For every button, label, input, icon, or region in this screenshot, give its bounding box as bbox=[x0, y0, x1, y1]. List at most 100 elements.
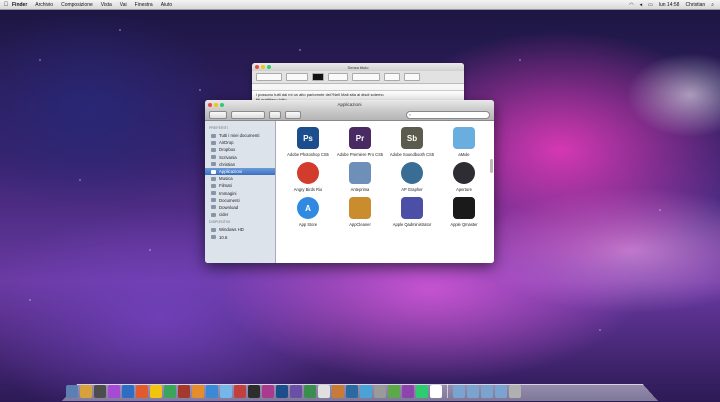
app-item[interactable]: Aperture bbox=[438, 162, 490, 192]
sidebar-item-10-6[interactable]: 10.6 bbox=[205, 233, 275, 240]
sidebar-item-documents[interactable]: Documenti bbox=[205, 197, 275, 204]
dock-app-icon[interactable] bbox=[262, 385, 274, 398]
zoom-icon[interactable] bbox=[267, 65, 271, 69]
menu-composizione[interactable]: Composizione bbox=[61, 2, 93, 8]
action-button[interactable] bbox=[285, 110, 301, 119]
sidebar-item-pictures[interactable]: Immagini bbox=[205, 190, 275, 197]
back-forward-button[interactable] bbox=[209, 110, 227, 119]
minimize-icon[interactable] bbox=[214, 102, 218, 107]
apple-menu-icon[interactable]:  bbox=[0, 2, 12, 8]
color-well[interactable] bbox=[312, 73, 324, 81]
volume-icon[interactable]: ◂ bbox=[640, 2, 643, 8]
dock-app-icon[interactable] bbox=[192, 385, 204, 398]
menu-aiuto[interactable]: Aiuto bbox=[161, 2, 172, 8]
sidebar-item-desktop[interactable]: Scrivania bbox=[205, 154, 275, 161]
dock-app-icon[interactable] bbox=[80, 385, 92, 398]
dock-app-icon[interactable] bbox=[150, 385, 162, 398]
scrollbar[interactable] bbox=[490, 159, 493, 173]
menu-vai[interactable]: Vai bbox=[120, 2, 127, 8]
view-mode-buttons[interactable] bbox=[231, 110, 265, 119]
menu-finder[interactable]: Finder bbox=[12, 2, 27, 8]
music-icon bbox=[211, 176, 216, 181]
dock-app-icon[interactable] bbox=[402, 385, 414, 398]
dock-app-icon[interactable] bbox=[66, 385, 78, 398]
dock-app-icon[interactable] bbox=[332, 385, 344, 398]
sidebar-item-home[interactable]: christian bbox=[205, 161, 275, 168]
sidebar-item-all-documents[interactable]: Tutti i miei documenti bbox=[205, 132, 275, 139]
dock-app-icon[interactable] bbox=[94, 385, 106, 398]
dock-folder-icon[interactable] bbox=[495, 385, 507, 398]
dock-app-icon[interactable] bbox=[304, 385, 316, 398]
app-label: aMule bbox=[458, 152, 470, 157]
app-item[interactable]: Apple Qmaster bbox=[438, 197, 490, 227]
alignment-buttons[interactable] bbox=[352, 73, 380, 81]
dock-app-icon[interactable] bbox=[220, 385, 232, 398]
dock-folder-icon[interactable] bbox=[509, 385, 521, 398]
dock-app-icon[interactable] bbox=[248, 385, 260, 398]
sidebar-item-label: AirDrop bbox=[219, 140, 234, 146]
sidebar-item-movies[interactable]: Filmati bbox=[205, 182, 275, 189]
dock-app-icon[interactable] bbox=[136, 385, 148, 398]
sidebar-item-cider[interactable]: cider bbox=[205, 211, 275, 218]
menu-archivio[interactable]: Archivio bbox=[35, 2, 53, 8]
minimize-icon[interactable] bbox=[261, 65, 265, 69]
dock-app-icon[interactable] bbox=[206, 385, 218, 398]
menu-clock[interactable]: lun 14:58 bbox=[659, 2, 680, 8]
dock-app-icon[interactable] bbox=[430, 385, 442, 398]
spacing-popup[interactable] bbox=[384, 73, 400, 81]
ruler[interactable] bbox=[252, 84, 464, 91]
dock-app-icon[interactable] bbox=[360, 385, 372, 398]
list-popup[interactable] bbox=[404, 73, 420, 81]
app-item[interactable]: Ps Adobe Photoshop CS5 bbox=[282, 127, 334, 157]
menu-vista[interactable]: Vista bbox=[101, 2, 112, 8]
sidebar-item-dropbox[interactable]: Dropbox bbox=[205, 146, 275, 153]
bold-italic-buttons[interactable] bbox=[328, 73, 348, 81]
app-item[interactable]: Pr Adobe Premiere Pro CS5 bbox=[334, 127, 386, 157]
app-item[interactable]: Sb Adobe Soundbooth CS5 bbox=[386, 127, 438, 157]
app-item[interactable]: Angry Birds Rio bbox=[282, 162, 334, 192]
close-icon[interactable] bbox=[208, 102, 212, 107]
app-item[interactable]: aMule bbox=[438, 127, 490, 157]
dock-app-icon[interactable] bbox=[346, 385, 358, 398]
sidebar-item-music[interactable]: Musica bbox=[205, 175, 275, 182]
spotlight-icon[interactable]: ⌕ bbox=[711, 2, 714, 8]
dock-folder-icon[interactable] bbox=[467, 385, 479, 398]
dock-folder-icon[interactable] bbox=[453, 385, 465, 398]
dock-app-icon[interactable] bbox=[276, 385, 288, 398]
search-input[interactable]: ⌕ bbox=[406, 110, 490, 119]
app-item[interactable]: Apple Qadministrator bbox=[386, 197, 438, 227]
app-item[interactable]: AppCleaner bbox=[334, 197, 386, 227]
dock-app-icon[interactable] bbox=[416, 385, 428, 398]
zoom-icon[interactable] bbox=[220, 102, 224, 107]
sidebar-item-applications[interactable]: Applicazioni bbox=[205, 167, 275, 176]
textedit-titlebar[interactable]: Senza titolo bbox=[252, 63, 464, 71]
sidebar-item-downloads[interactable]: Download bbox=[205, 204, 275, 211]
textedit-window[interactable]: Senza titolo i possono tutti dai mi un a… bbox=[252, 63, 464, 103]
dock-app-icon[interactable] bbox=[122, 385, 134, 398]
dock-app-icon[interactable] bbox=[108, 385, 120, 398]
app-item[interactable]: A App Store bbox=[282, 197, 334, 227]
dock-app-icon[interactable] bbox=[164, 385, 176, 398]
dock-folder-icon[interactable] bbox=[481, 385, 493, 398]
font-popup[interactable] bbox=[286, 73, 308, 81]
quick-look-button[interactable] bbox=[269, 110, 281, 119]
app-label: Anteprima bbox=[350, 187, 370, 192]
battery-icon[interactable]: ▭ bbox=[648, 2, 653, 8]
menu-user[interactable]: Christian bbox=[685, 2, 705, 8]
menu-finestra[interactable]: Finestra bbox=[135, 2, 153, 8]
dock-app-icon[interactable] bbox=[374, 385, 386, 398]
close-icon[interactable] bbox=[255, 65, 259, 69]
dock-app-icon[interactable] bbox=[290, 385, 302, 398]
sidebar-item-airdrop[interactable]: AirDrop bbox=[205, 139, 275, 146]
dock-app-icon[interactable] bbox=[318, 385, 330, 398]
finder-titlebar[interactable]: Applicazioni bbox=[205, 100, 494, 109]
app-item[interactable]: AP Grapher bbox=[386, 162, 438, 192]
sidebar-item-windows-hd[interactable]: Windows HD bbox=[205, 226, 275, 233]
finder-window[interactable]: Applicazioni ⌕ PREFERITI Tutti i miei do… bbox=[205, 100, 494, 263]
dock-app-icon[interactable] bbox=[388, 385, 400, 398]
app-item[interactable]: Anteprima bbox=[334, 162, 386, 192]
dock-app-icon[interactable] bbox=[234, 385, 246, 398]
style-popup[interactable] bbox=[256, 73, 282, 81]
dock-app-icon[interactable] bbox=[178, 385, 190, 398]
wifi-icon[interactable]: ◠ bbox=[629, 2, 633, 8]
